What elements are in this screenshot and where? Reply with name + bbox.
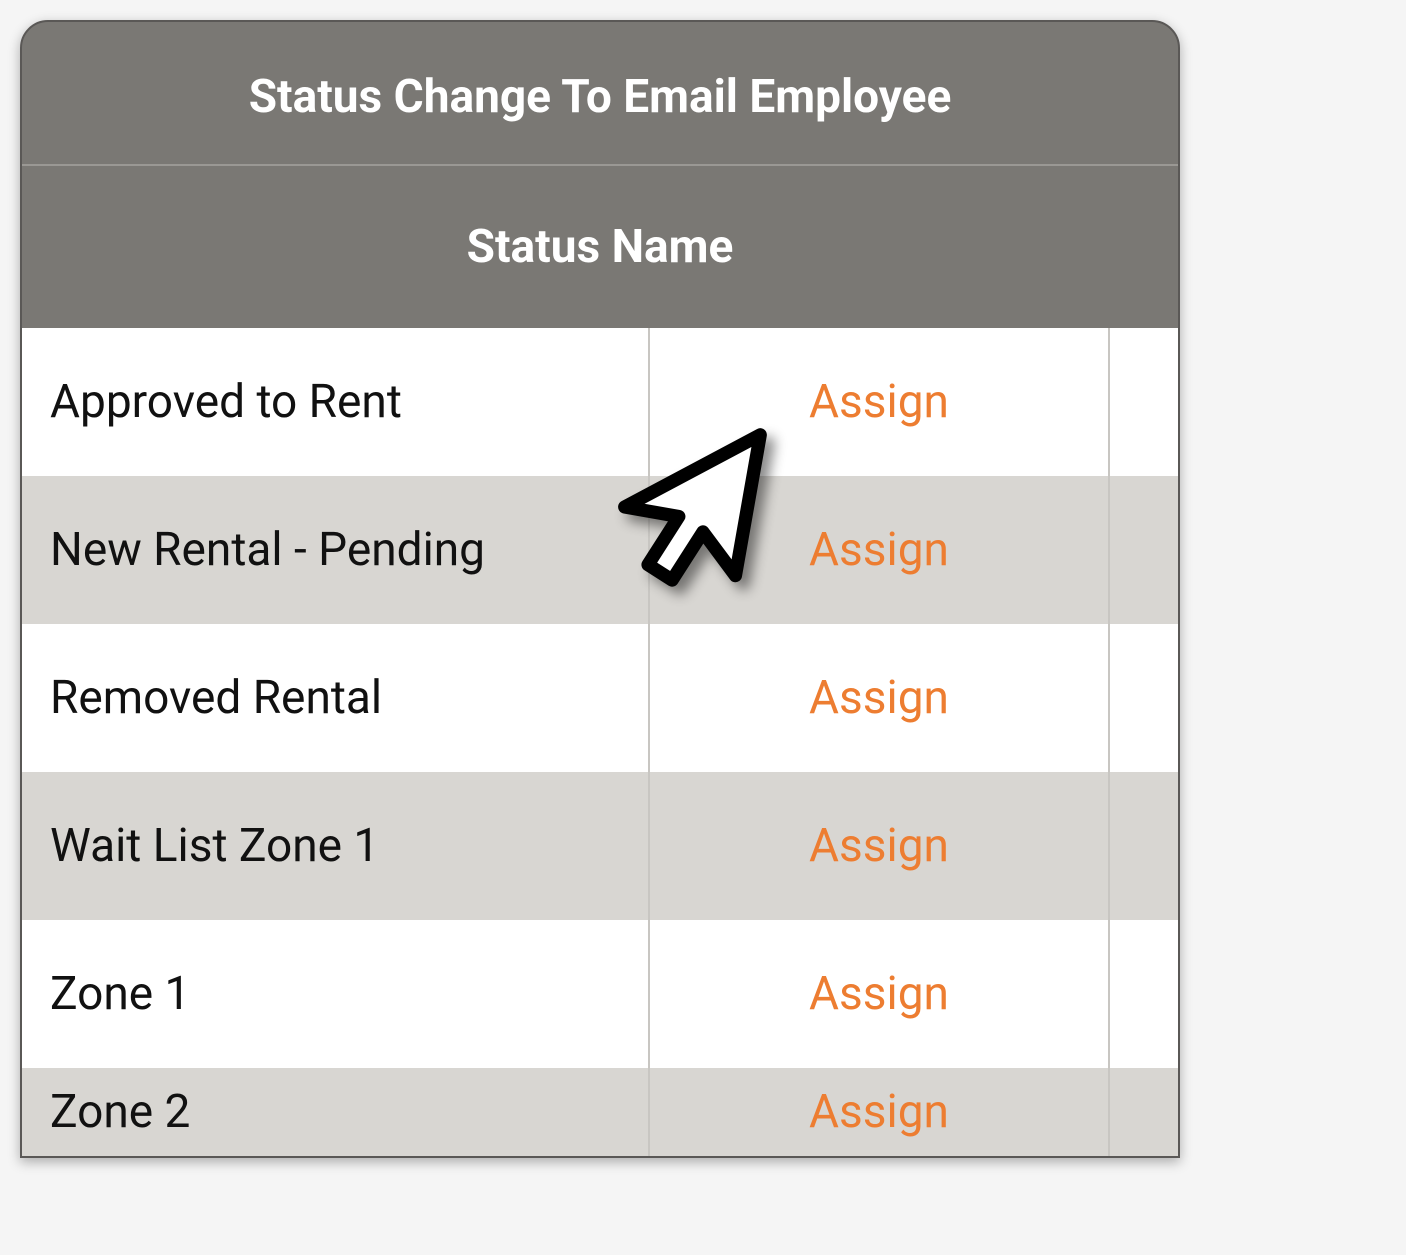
status-name-cell: Wait List Zone 1 [22, 772, 650, 920]
panel-title: Status Change To Email Employee [22, 22, 1178, 166]
status-name-cell: Removed Rental [22, 624, 650, 772]
table-row: Zone 1 Assign [22, 920, 1178, 1068]
trailing-cell [1110, 1068, 1178, 1156]
status-rows: Approved to Rent Assign New Rental - Pen… [22, 328, 1178, 1156]
assign-cell: Assign [650, 624, 1110, 772]
status-change-panel: Status Change To Email Employee Status N… [20, 20, 1180, 1158]
assign-link[interactable]: Assign [809, 523, 949, 577]
assign-link[interactable]: Assign [809, 819, 949, 873]
assign-cell: Assign [650, 476, 1110, 624]
assign-cell: Assign [650, 920, 1110, 1068]
status-name-cell: Approved to Rent [22, 328, 650, 476]
status-name-cell: Zone 2 [22, 1068, 650, 1156]
trailing-cell [1110, 476, 1178, 624]
assign-link[interactable]: Assign [809, 967, 949, 1021]
assign-cell: Assign [650, 328, 1110, 476]
table-row: Wait List Zone 1 Assign [22, 772, 1178, 920]
assign-link[interactable]: Assign [809, 671, 949, 725]
assign-cell: Assign [650, 1068, 1110, 1156]
table-row: Approved to Rent Assign [22, 328, 1178, 476]
trailing-cell [1110, 920, 1178, 1068]
assign-link[interactable]: Assign [809, 1085, 949, 1139]
trailing-cell [1110, 772, 1178, 920]
table-row: Zone 2 Assign [22, 1068, 1178, 1156]
column-header-status-name: Status Name [22, 166, 1178, 328]
assign-cell: Assign [650, 772, 1110, 920]
status-name-cell: Zone 1 [22, 920, 650, 1068]
assign-link[interactable]: Assign [809, 375, 949, 429]
trailing-cell [1110, 624, 1178, 772]
status-name-cell: New Rental - Pending [22, 476, 650, 624]
table-row: New Rental - Pending Assign [22, 476, 1178, 624]
table-row: Removed Rental Assign [22, 624, 1178, 772]
trailing-cell [1110, 328, 1178, 476]
